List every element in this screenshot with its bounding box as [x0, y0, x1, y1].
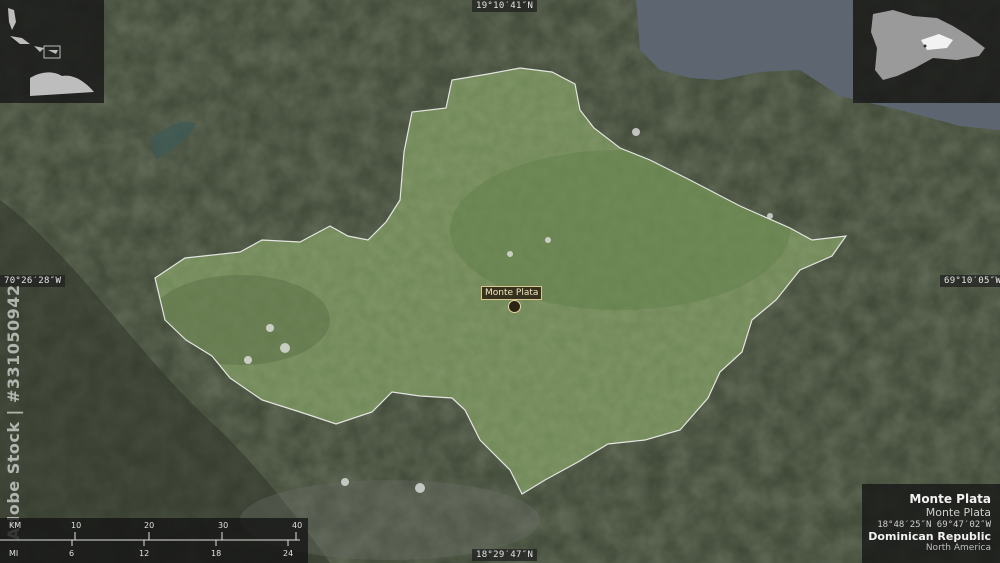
scale-mi-tick: 18 — [211, 549, 221, 558]
region-title: Monte Plata — [909, 492, 991, 506]
country-name: Dominican Republic — [868, 530, 991, 543]
latitude-bottom-label: 18°29′47″N — [472, 549, 538, 561]
capital-label: Monte Plata — [481, 286, 543, 300]
longitude-right-label: 69°10′05″W — [940, 275, 1000, 287]
scale-km-tick: 20 — [144, 521, 154, 530]
scale-km-tick: 10 — [71, 521, 81, 530]
country-locator-inset — [853, 0, 1000, 103]
watermark: Adobe Stock | #331050942 — [4, 284, 23, 540]
region-coordinates: 18°48′25″N 69°47′02″W — [877, 520, 991, 530]
capital-marker-icon — [508, 300, 521, 313]
scale-mi-tick: 24 — [283, 549, 293, 558]
latitude-top-label: 19°10′41″N — [472, 0, 538, 12]
caribbean-locator-map — [8, 8, 94, 96]
scale-mi-tick: 6 — [69, 549, 74, 558]
scale-km-label: KM — [9, 521, 21, 530]
scale-km-tick: 40 — [292, 521, 302, 530]
country-locator-map — [871, 10, 985, 80]
scale-bar: KM 10 20 30 40 MI 6 12 18 24 — [0, 518, 308, 563]
info-panel: Monte Plata Monte Plata 18°48′25″N 69°47… — [862, 484, 1000, 563]
region-subtitle: Monte Plata — [925, 506, 991, 519]
scale-mi-label: MI — [9, 549, 18, 558]
caribbean-locator-inset — [0, 0, 104, 103]
scale-km-tick: 30 — [218, 521, 228, 530]
continent-name: North America — [925, 543, 991, 553]
satellite-map — [0, 0, 1000, 563]
scale-mi-tick: 12 — [139, 549, 149, 558]
